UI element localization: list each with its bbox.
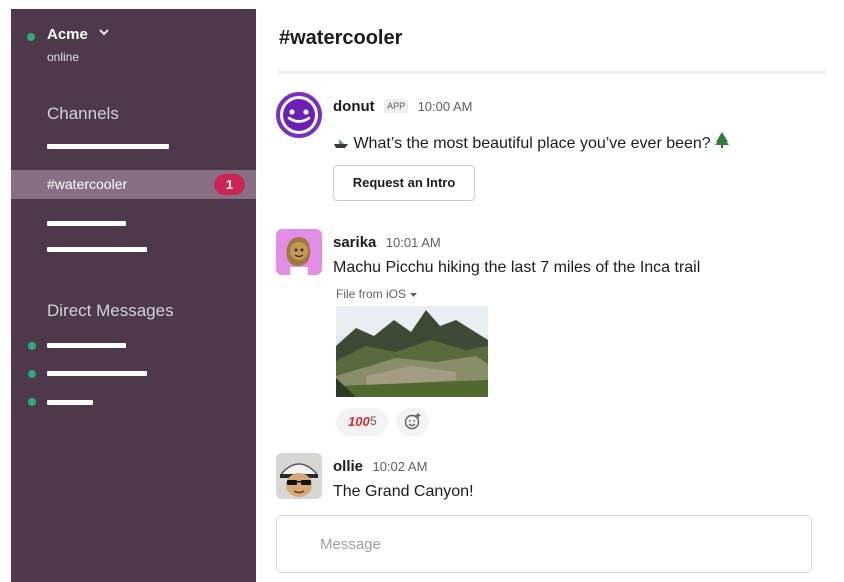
message-header: ollie 10:02 AM	[333, 458, 427, 476]
hundred-points-icon: 100	[348, 414, 370, 429]
direct-messages-heading[interactable]: Direct Messages	[47, 301, 174, 321]
ship-icon	[333, 135, 349, 152]
window-top-edge	[0, 0, 844, 9]
presence-dot-icon	[28, 370, 36, 378]
file-source-text: File from iOS	[336, 287, 407, 301]
tree-icon	[715, 132, 730, 152]
channel-placeholder-bar[interactable]	[47, 144, 169, 149]
message-text: The Grand Canyon!	[333, 483, 474, 500]
add-reaction-button[interactable]	[396, 408, 429, 436]
caret-down-icon	[409, 287, 418, 301]
status-dot-icon	[27, 33, 35, 41]
app-badge: APP	[384, 99, 409, 113]
dm-placeholder-bar[interactable]	[47, 400, 93, 405]
workspace-name: Acme	[47, 26, 88, 43]
reaction-hundred[interactable]: 100 5	[336, 408, 388, 436]
author-name[interactable]: ollie	[333, 458, 363, 475]
author-name[interactable]: donut	[333, 98, 375, 115]
file-source-label[interactable]: File from iOS	[336, 287, 418, 301]
sidebar-item-label: #watercooler	[47, 176, 128, 192]
message-timestamp[interactable]: 10:01 AM	[386, 235, 441, 250]
message-text: Machu Picchu hiking the last 7 miles of …	[333, 259, 701, 276]
message-header: donut APP 10:00 AM	[333, 98, 473, 116]
message-pane: #watercooler donut APP 10:00 AM What’s t…	[256, 9, 844, 582]
request-intro-button[interactable]: Request an Intro	[333, 165, 475, 201]
ollie-avatar[interactable]	[276, 453, 322, 499]
reaction-count: 5	[370, 414, 377, 428]
header-divider	[278, 71, 826, 74]
dm-placeholder-bar[interactable]	[47, 343, 126, 348]
unread-badge: 1	[214, 174, 245, 195]
sidebar: Acme online Channels #watercooler 1 Dire…	[11, 9, 256, 582]
message-body: What’s the most beautiful place you’ve e…	[333, 132, 730, 153]
message-input[interactable]	[276, 515, 812, 573]
machu-picchu-photo[interactable]	[336, 306, 488, 397]
dm-placeholder-bar[interactable]	[47, 371, 147, 376]
donut-avatar[interactable]	[276, 92, 322, 138]
sidebar-item-watercooler[interactable]: #watercooler 1	[11, 170, 256, 199]
channels-heading[interactable]: Channels	[47, 104, 119, 124]
chevron-down-icon	[99, 28, 109, 39]
workspace-status: online	[47, 50, 80, 64]
channel-placeholder-bar[interactable]	[47, 247, 147, 252]
sarika-avatar[interactable]	[276, 229, 322, 275]
message-timestamp[interactable]: 10:02 AM	[372, 459, 427, 474]
message-text: What’s the most beautiful place you’ve e…	[353, 135, 711, 152]
author-name[interactable]: sarika	[333, 234, 376, 251]
message-header: sarika 10:01 AM	[333, 234, 441, 252]
channel-title: #watercooler	[279, 27, 403, 49]
channel-placeholder-bar[interactable]	[47, 221, 126, 226]
presence-dot-icon	[28, 398, 36, 406]
app-window: Acme online Channels #watercooler 1 Dire…	[0, 0, 844, 582]
presence-dot-icon	[28, 342, 36, 350]
add-emoji-icon	[404, 412, 422, 435]
message-timestamp[interactable]: 10:00 AM	[418, 99, 473, 114]
